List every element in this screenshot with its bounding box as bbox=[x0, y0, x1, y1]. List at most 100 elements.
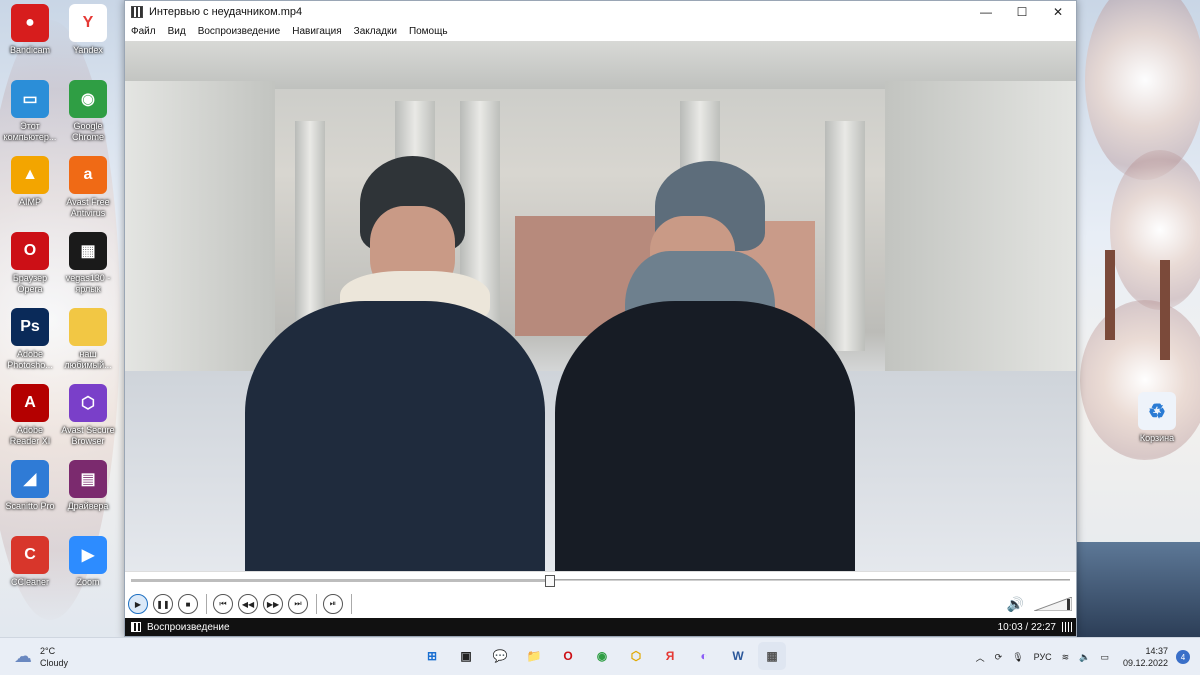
clock[interactable]: 14:37 09.12.2022 bbox=[1123, 645, 1168, 669]
opera-taskbar-icon[interactable]: O bbox=[554, 642, 582, 670]
media-player-window: Интервью с неудачником.mp4 — ☐ ✕ Файл Ви… bbox=[124, 0, 1077, 637]
desktop-shortcut[interactable]: ◉ Google Chrome bbox=[58, 80, 118, 143]
menu-navigation[interactable]: Навигация bbox=[286, 26, 347, 37]
recycle-bin-icon: ♻ bbox=[1138, 392, 1176, 430]
menu-bar: Файл Вид Воспроизведение Навигация Закла… bbox=[125, 23, 1076, 41]
start-icon[interactable]: ⊞ bbox=[418, 642, 446, 670]
desktop-shortcut[interactable]: ● Bandicam bbox=[0, 4, 60, 56]
avast-browser-icon: ⬡ bbox=[69, 384, 107, 422]
film-icon bbox=[131, 6, 143, 18]
desktop-shortcut[interactable]: A Adobe Reader XI bbox=[0, 384, 60, 447]
recycle-bin[interactable]: ♻ Корзина bbox=[1127, 392, 1187, 444]
computer-icon: ▭ bbox=[11, 80, 49, 118]
desktop-shortcut[interactable]: ▶ Zoom bbox=[58, 536, 118, 588]
chevron-up-icon[interactable]: ︿ bbox=[976, 651, 985, 664]
speaker-icon[interactable]: 🔈 bbox=[1079, 652, 1090, 663]
separator bbox=[316, 594, 317, 615]
desktop-shortcut-label: Браузер Opera bbox=[12, 273, 48, 294]
word-taskbar-icon[interactable]: W bbox=[724, 642, 752, 670]
yandex-taskbar-icon[interactable]: Я bbox=[656, 642, 684, 670]
desktop-shortcut[interactable]: ⬡ Avast Secure Browser bbox=[58, 384, 118, 447]
desktop-shortcut[interactable]: a Avast Free Antivirus bbox=[58, 156, 118, 219]
desktop-shortcut-label: Adobe Reader XI bbox=[9, 425, 51, 446]
seek-track[interactable] bbox=[131, 574, 1070, 587]
adobe-reader-icon: A bbox=[11, 384, 49, 422]
desktop-shortcut-label: Google Chrome bbox=[71, 121, 104, 142]
vegas-icon: ▦ bbox=[69, 232, 107, 270]
desktop-shortcut[interactable]: ▭ Этот компьютер... bbox=[0, 80, 60, 143]
maximize-button[interactable]: ☐ bbox=[1004, 1, 1040, 23]
microphone-icon[interactable]: 🎙 bbox=[1012, 652, 1023, 663]
folder-icon bbox=[69, 308, 107, 346]
rewind-button[interactable]: ◀◀ bbox=[238, 594, 258, 615]
desktop-river bbox=[1075, 542, 1200, 637]
network-sync-icon[interactable]: ⟳ bbox=[995, 652, 1003, 663]
time-display: 10:03 / 22:27 bbox=[997, 621, 1056, 633]
desktop-shortcut-label: наш любимый... bbox=[64, 349, 112, 370]
aimp-icon: ▲ bbox=[11, 156, 49, 194]
seek-thumb[interactable] bbox=[544, 574, 555, 587]
bandicam-icon: ● bbox=[11, 4, 49, 42]
seek-bar[interactable] bbox=[125, 570, 1076, 591]
menu-playback[interactable]: Воспроизведение bbox=[192, 26, 287, 37]
desktop-shortcut[interactable]: ▦ vegas130 - ярлык bbox=[58, 232, 118, 295]
weather-widget[interactable]: ☁ 2°C Cloudy bbox=[14, 645, 214, 669]
clock-time: 14:37 bbox=[1145, 646, 1168, 656]
explorer-icon[interactable]: 📁 bbox=[520, 642, 548, 670]
video-frame[interactable] bbox=[125, 40, 1076, 571]
chrome-icon: ◉ bbox=[69, 80, 107, 118]
prev-button[interactable]: ⏮ bbox=[213, 594, 233, 615]
menu-help[interactable]: Помощь bbox=[403, 26, 454, 37]
desktop-shortcut[interactable]: ▲ AIMP bbox=[0, 156, 60, 208]
title-bar[interactable]: Интервью с неудачником.mp4 — ☐ ✕ bbox=[125, 1, 1076, 23]
notification-badge[interactable]: 4 bbox=[1176, 650, 1190, 664]
desktop-shortcut-label: Scanitto Pro bbox=[5, 501, 55, 511]
minimize-button[interactable]: — bbox=[968, 1, 1004, 23]
separator bbox=[351, 594, 352, 615]
desktop-shortcut[interactable]: Y Yandex bbox=[58, 4, 118, 56]
language-indicator[interactable]: РУС bbox=[1034, 652, 1052, 662]
pause-button[interactable]: ❚❚ bbox=[153, 594, 173, 615]
window-title: Интервью с неудачником.mp4 bbox=[149, 6, 303, 18]
battery-icon[interactable]: ▭ bbox=[1100, 652, 1109, 663]
next-button[interactable]: ⏭ bbox=[288, 594, 308, 615]
chrome-taskbar-icon[interactable]: ◉ bbox=[588, 642, 616, 670]
desktop-shortcut-label: Avast Free Antivirus bbox=[66, 197, 110, 218]
weather-temp: 2°C bbox=[40, 645, 56, 656]
recycle-bin-label: Корзина bbox=[1139, 433, 1175, 443]
desktop-shortcut-label: Этот компьютер... bbox=[3, 121, 57, 142]
system-tray: ︿ ⟳ 🎙 РУС ≋ 🔈 ▭ 14:37 09.12.2022 4 bbox=[966, 638, 1190, 675]
mpc-taskbar-icon[interactable]: ▦ bbox=[758, 642, 786, 670]
play-button[interactable]: ▶ bbox=[128, 594, 148, 615]
stop-button[interactable]: ■ bbox=[178, 594, 198, 615]
winrar-icon: ▤ bbox=[69, 460, 107, 498]
desktop-shortcut-label: Zoom bbox=[76, 577, 100, 587]
volume-icon[interactable]: 🔊 bbox=[1007, 596, 1024, 613]
desktop-shortcut[interactable]: O Браузер Opera bbox=[0, 232, 60, 295]
close-button[interactable]: ✕ bbox=[1040, 1, 1076, 23]
taskbar: ☁ 2°C Cloudy ⊞ ▣ 💬 📁 O ◉ ⬡ Я ◐ W ▦ ︿ ⟳ 🎙 РУС ≋ 🔈 ▭… bbox=[0, 637, 1200, 675]
wifi-icon[interactable]: ≋ bbox=[1062, 652, 1070, 663]
menu-bookmarks[interactable]: Закладки bbox=[348, 26, 403, 37]
clock-date: 09.12.2022 bbox=[1122, 658, 1168, 668]
menu-file[interactable]: Файл bbox=[125, 26, 162, 37]
desktop-shortcut[interactable]: C CCleaner bbox=[0, 536, 60, 588]
forward-button[interactable]: ▶▶ bbox=[263, 594, 283, 615]
frame-step-button[interactable]: ⏯ bbox=[323, 594, 343, 615]
opera-icon: O bbox=[11, 232, 49, 270]
cloud-icon: ☁ bbox=[14, 646, 32, 666]
zoom-icon: ▶ bbox=[69, 536, 107, 574]
desktop-shortcut[interactable]: ◢ Scanitto Pro bbox=[0, 460, 60, 512]
desktop-shortcut[interactable]: ▤ Драйвера bbox=[58, 460, 118, 512]
taskview-icon[interactable]: ▣ bbox=[452, 642, 480, 670]
desktop-shortcut-label: Драйвера bbox=[67, 501, 109, 511]
desktop-shortcut-label: Avast Secure Browser bbox=[61, 425, 115, 446]
desktop-shortcut[interactable]: Ps Adobe Photosho... bbox=[0, 308, 60, 371]
volume-slider[interactable] bbox=[1034, 597, 1072, 612]
menu-view[interactable]: Вид bbox=[162, 26, 192, 37]
desktop-shortcut[interactable]: наш любимый... bbox=[58, 308, 118, 371]
desktop-shortcut-label: Yandex bbox=[73, 45, 103, 55]
alice-taskbar-icon[interactable]: ◐ bbox=[690, 642, 718, 670]
avast-taskbar-icon[interactable]: ⬡ bbox=[622, 642, 650, 670]
chat-icon[interactable]: 💬 bbox=[486, 642, 514, 670]
